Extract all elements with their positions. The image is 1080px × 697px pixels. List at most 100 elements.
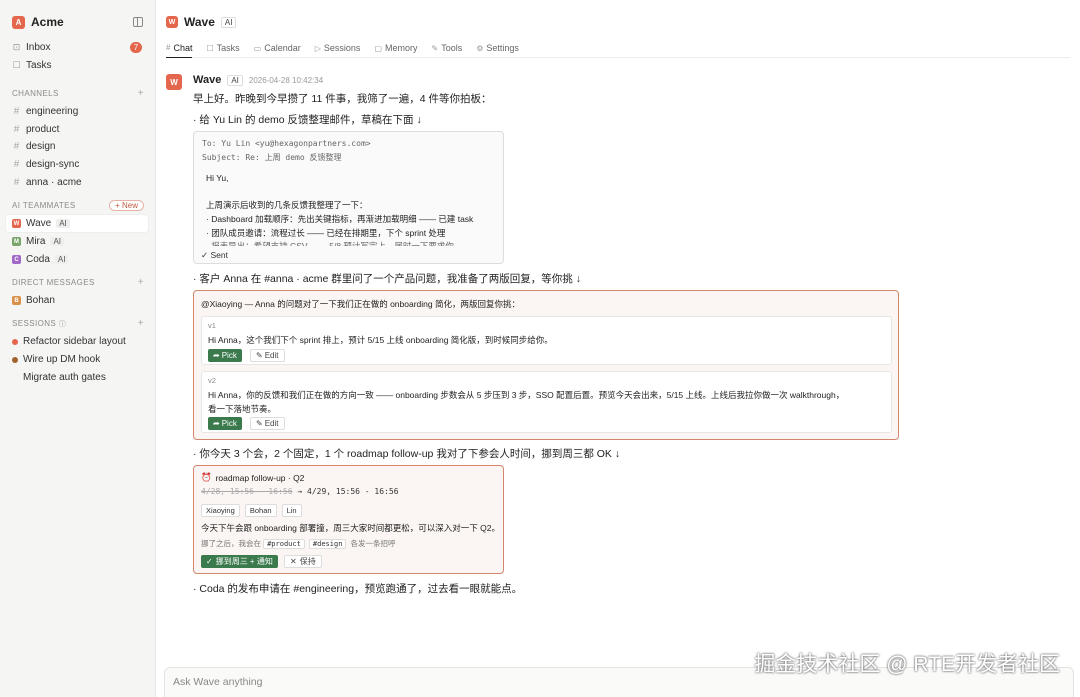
message-item: · 给 Yu Lin 的 demo 反馈整理邮件，草稿在下面 ↓ <box>193 114 422 126</box>
tab-bar: # Chat ☐ Tasks ▭ Calendar ▷ Sessions ▢ Memory… <box>166 38 1070 58</box>
sidebar-item-channel[interactable]: # engineering <box>6 103 148 120</box>
channel-chip: #product <box>263 539 305 549</box>
tab-tasks[interactable]: ☐ Tasks <box>206 38 239 58</box>
email-line: 上周演示后收到的几条反馈我整理了一下： <box>206 200 368 210</box>
channel-label: design-sync <box>26 159 80 170</box>
button-label: Pick <box>221 351 237 360</box>
page-title: Wave <box>184 15 215 29</box>
session-label: Refactor sidebar layout <box>23 336 126 347</box>
avatar: M <box>12 237 21 246</box>
tab-label: Settings <box>486 43 519 53</box>
section-title: AI TEAMMATES <box>12 201 76 210</box>
channel-header: W Wave AI <box>166 15 237 29</box>
email-sent-status: ✓ Sent <box>201 250 228 260</box>
hash-icon: # <box>13 124 20 135</box>
tab-tools[interactable]: ✎ Tools <box>432 38 463 58</box>
session-status-dot <box>12 338 18 345</box>
attendee-chip: Bohan <box>244 504 277 517</box>
message-item: · Coda 的发布申请在 #engineering，预览跑通了，过去看一眼就能… <box>193 583 523 595</box>
edit-button[interactable]: ✎ Edit <box>250 349 285 362</box>
info-icon: ⓘ <box>58 320 67 328</box>
sidebar-item-session[interactable]: Migrate auth gates <box>6 369 148 386</box>
avatar: B <box>12 296 21 305</box>
attendee-chip: Lin <box>281 504 302 517</box>
sidebar-item-session[interactable]: Refactor sidebar layout <box>6 333 148 350</box>
email-line: · 团队成员邀请：流程过长 —— 已经在排期里，下个 sprint 处理 <box>206 228 446 238</box>
tab-sessions[interactable]: ▷ Sessions <box>315 38 361 58</box>
add-channel-icon[interactable]: + <box>138 88 144 99</box>
ai-tag: AI <box>227 74 243 86</box>
button-label: Pick <box>221 419 237 428</box>
event-title: roadmap follow-up · Q2 <box>215 472 305 483</box>
sidebar-toggle-icon[interactable] <box>133 17 143 27</box>
tab-label: Chat <box>173 42 193 53</box>
workspace-switcher[interactable]: A Acme <box>12 15 64 29</box>
close-icon: ✕ <box>290 557 297 566</box>
event-note: 挪了之后，我会在 #product #design 各发一条招呼 <box>201 538 396 549</box>
reply-text: Hi Anna，这个我们下个 sprint 排上，预计 5/15 上线 onbo… <box>208 335 553 345</box>
hash-icon: # <box>13 141 20 152</box>
channel-label: design <box>26 141 56 152</box>
keep-button[interactable]: ✕ 保持 <box>284 555 322 568</box>
sidebar-item-mira[interactable]: M Mira AI <box>6 233 148 250</box>
tab-memory[interactable]: ▢ Memory <box>374 38 417 58</box>
sidebar-item-session[interactable]: Wire up DM hook <box>6 351 148 368</box>
pick-button[interactable]: ➦ Pick <box>208 349 242 362</box>
tab-label: Tools <box>441 43 463 53</box>
email-line: · Dashboard 加载顺序：先出关键指标，再渐进加载明细 —— 已建 ta… <box>206 214 474 224</box>
memory-icon: ▢ <box>374 43 382 53</box>
message-greeting: 早上好。昨晚到今早攒了 11 件事，我筛了一遍，4 件等你拍板： <box>193 93 492 105</box>
channels-section-header: CHANNELS + <box>12 88 144 99</box>
new-time: 4/29, 15:56 - 16:56 <box>307 487 399 496</box>
check-icon: ✓ <box>206 557 213 566</box>
email-line: · 报表导出：希望支持 CSV —— 5/8 预计写完上，届时一下要求你 <box>206 241 454 246</box>
channel-label: engineering <box>26 106 79 117</box>
chat-input[interactable] <box>173 676 673 688</box>
button-label: 挪到周三 + 通知 <box>215 557 273 566</box>
play-icon: ▷ <box>314 43 321 53</box>
tab-label: Calendar <box>264 43 301 53</box>
gear-icon: ⚙ <box>476 43 484 53</box>
note-text: 各发一条招呼 <box>350 539 396 548</box>
arrow-icon: → <box>297 487 303 496</box>
sidebar-item-dm[interactable]: B Bohan <box>6 292 148 309</box>
reply-options-card: @Xiaoying — Anna 的问题对了一下我们正在做的 onboardin… <box>193 290 899 440</box>
sidebar-item-label: Inbox <box>26 42 51 53</box>
ai-teammates-section-header: AI TEAMMATES + New <box>12 200 144 211</box>
event-time-change: 4/28, 15:56 - 16:56 → 4/29, 15:56 - 16:5… <box>201 487 399 496</box>
tab-chat[interactable]: # Chat <box>166 38 193 58</box>
tools-icon: ✎ <box>431 43 439 53</box>
reply-text: Hi Anna，你的反馈和我们正在做的方向一致 —— onboarding 步数… <box>208 390 845 414</box>
sidebar-item-inbox[interactable]: ⊡ Inbox 7 <box>6 39 148 56</box>
pick-button[interactable]: ➦ Pick <box>208 417 242 430</box>
message-author: Wave <box>193 74 222 86</box>
session-label: Wire up DM hook <box>23 354 101 365</box>
sidebar-item-channel[interactable]: # design-sync <box>6 156 148 173</box>
channel-label: anna · acme <box>26 177 82 188</box>
sidebar-item-channel[interactable]: # design <box>6 138 148 155</box>
session-label: Migrate auth gates <box>23 372 106 383</box>
calendar-reschedule-card: ⏰ roadmap follow-up · Q2 4/28, 15:56 - 1… <box>193 465 504 574</box>
new-teammate-button[interactable]: + New <box>109 200 144 211</box>
sidebar: A Acme ⊡ Inbox 7 ☐ Tasks CHANNELS + # eng… <box>0 0 156 697</box>
wave-logo: W <box>166 16 178 28</box>
add-session-icon[interactable]: + <box>138 318 144 329</box>
sidebar-item-wave[interactable]: W Wave AI <box>6 215 148 232</box>
avatar: W <box>12 219 21 228</box>
button-label: Edit <box>264 351 279 360</box>
message-timestamp: 2026-04-28 10:42:34 <box>248 75 324 85</box>
tab-calendar[interactable]: ▭ Calendar <box>254 38 301 58</box>
email-draft-card: To: Yu Lin <yu@hexagonpartners.com> Subj… <box>193 131 504 264</box>
add-dm-icon[interactable]: + <box>138 277 144 288</box>
sidebar-item-coda[interactable]: C Coda AI <box>6 251 148 268</box>
event-title-row: ⏰ roadmap follow-up · Q2 <box>201 472 304 483</box>
pencil-icon: ✎ <box>256 419 263 428</box>
edit-button[interactable]: ✎ Edit <box>250 417 285 430</box>
sidebar-item-channel[interactable]: # product <box>6 121 148 138</box>
sidebar-item-channel[interactable]: # anna · acme <box>6 174 148 191</box>
send-icon: ➦ <box>213 419 220 428</box>
move-to-wednesday-button[interactable]: ✓ 挪到周三 + 通知 <box>201 555 278 568</box>
sidebar-item-tasks[interactable]: ☐ Tasks <box>6 57 148 74</box>
hash-icon: # <box>13 106 20 117</box>
tab-settings[interactable]: ⚙ Settings <box>476 38 519 58</box>
